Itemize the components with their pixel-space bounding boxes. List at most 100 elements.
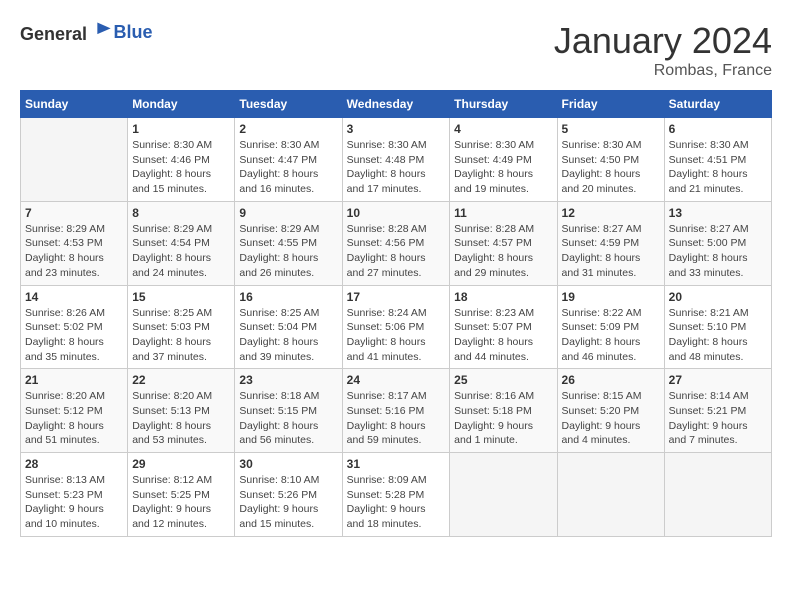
day-header-wednesday: Wednesday	[342, 91, 450, 118]
day-info: Sunrise: 8:10 AMSunset: 5:26 PMDaylight:…	[239, 473, 337, 532]
week-row-1: 1 Sunrise: 8:30 AMSunset: 4:46 PMDaylight…	[21, 118, 772, 202]
logo-flag-icon	[94, 20, 114, 40]
header-row: SundayMondayTuesdayWednesdayThursdayFrid…	[21, 91, 772, 118]
day-number: 30	[239, 457, 337, 471]
calendar-cell: 16Sunrise: 8:25 AMSunset: 5:04 PMDayligh…	[235, 285, 342, 369]
logo-blue: Blue	[114, 22, 153, 42]
calendar-cell: 3 Sunrise: 8:30 AMSunset: 4:48 PMDaylight…	[342, 118, 450, 202]
day-info: Sunrise: 8:29 AMSunset: 4:55 PMDaylight:…	[239, 222, 337, 281]
day-number: 2	[239, 122, 337, 136]
week-row-2: 7 Sunrise: 8:29 AMSunset: 4:53 PMDaylight…	[21, 201, 772, 285]
day-info: Sunrise: 8:30 AMSunset: 4:46 PMDaylight:…	[132, 138, 230, 197]
calendar-subtitle: Rombas, France	[554, 62, 772, 80]
day-info: Sunrise: 8:30 AMSunset: 4:48 PMDaylight:…	[347, 138, 446, 197]
calendar-cell	[557, 453, 664, 537]
logo: General Blue	[20, 20, 153, 45]
calendar-cell: 8 Sunrise: 8:29 AMSunset: 4:54 PMDaylight…	[128, 201, 235, 285]
calendar-cell: 9 Sunrise: 8:29 AMSunset: 4:55 PMDaylight…	[235, 201, 342, 285]
day-number: 6	[669, 122, 767, 136]
day-number: 21	[25, 373, 123, 387]
day-info: Sunrise: 8:29 AMSunset: 4:53 PMDaylight:…	[25, 222, 123, 281]
calendar-cell: 15 Sunrise: 8:25 AMSunset: 5:03 PMDayligh…	[128, 285, 235, 369]
day-info: Sunrise: 8:30 AMSunset: 4:51 PMDaylight:…	[669, 138, 767, 197]
day-number: 12	[562, 206, 660, 220]
calendar-cell: 6 Sunrise: 8:30 AMSunset: 4:51 PMDaylight…	[664, 118, 771, 202]
day-number: 11	[454, 206, 552, 220]
day-info: Sunrise: 8:30 AMSunset: 4:47 PMDaylight:…	[239, 138, 337, 197]
header: General Blue January 2024 Rombas, France	[20, 20, 772, 80]
day-number: 20	[669, 290, 767, 304]
day-number: 4	[454, 122, 552, 136]
day-info: Sunrise: 8:18 AMSunset: 5:15 PMDaylight:…	[239, 389, 337, 448]
calendar-cell: 29Sunrise: 8:12 AMSunset: 5:25 PMDayligh…	[128, 453, 235, 537]
day-info: Sunrise: 8:27 AMSunset: 5:00 PMDaylight:…	[669, 222, 767, 281]
calendar-cell: 20 Sunrise: 8:21 AMSunset: 5:10 PMDayligh…	[664, 285, 771, 369]
day-number: 1	[132, 122, 230, 136]
calendar-cell: 26 Sunrise: 8:15 AMSunset: 5:20 PMDayligh…	[557, 369, 664, 453]
day-info: Sunrise: 8:24 AMSunset: 5:06 PMDaylight:…	[347, 306, 446, 365]
day-info: Sunrise: 8:30 AMSunset: 4:49 PMDaylight:…	[454, 138, 552, 197]
calendar-cell	[21, 118, 128, 202]
day-info: Sunrise: 8:28 AMSunset: 4:56 PMDaylight:…	[347, 222, 446, 281]
day-info: Sunrise: 8:15 AMSunset: 5:20 PMDaylight:…	[562, 389, 660, 448]
week-row-4: 21 Sunrise: 8:20 AMSunset: 5:12 PMDayligh…	[21, 369, 772, 453]
day-header-friday: Friday	[557, 91, 664, 118]
calendar-cell: 24Sunrise: 8:17 AMSunset: 5:16 PMDayligh…	[342, 369, 450, 453]
day-info: Sunrise: 8:17 AMSunset: 5:16 PMDaylight:…	[347, 389, 446, 448]
calendar-cell: 27 Sunrise: 8:14 AMSunset: 5:21 PMDayligh…	[664, 369, 771, 453]
day-header-thursday: Thursday	[450, 91, 557, 118]
day-info: Sunrise: 8:21 AMSunset: 5:10 PMDaylight:…	[669, 306, 767, 365]
day-number: 15	[132, 290, 230, 304]
day-header-monday: Monday	[128, 91, 235, 118]
day-info: Sunrise: 8:26 AMSunset: 5:02 PMDaylight:…	[25, 306, 123, 365]
day-number: 26	[562, 373, 660, 387]
day-info: Sunrise: 8:29 AMSunset: 4:54 PMDaylight:…	[132, 222, 230, 281]
day-number: 23	[239, 373, 337, 387]
day-number: 10	[347, 206, 446, 220]
calendar-cell	[664, 453, 771, 537]
calendar-cell: 17Sunrise: 8:24 AMSunset: 5:06 PMDayligh…	[342, 285, 450, 369]
title-area: January 2024 Rombas, France	[554, 20, 772, 80]
calendar-cell: 23 Sunrise: 8:18 AMSunset: 5:15 PMDayligh…	[235, 369, 342, 453]
day-number: 27	[669, 373, 767, 387]
day-number: 19	[562, 290, 660, 304]
day-info: Sunrise: 8:13 AMSunset: 5:23 PMDaylight:…	[25, 473, 123, 532]
day-number: 7	[25, 206, 123, 220]
day-header-sunday: Sunday	[21, 91, 128, 118]
day-number: 28	[25, 457, 123, 471]
calendar-cell: 22Sunrise: 8:20 AMSunset: 5:13 PMDayligh…	[128, 369, 235, 453]
day-number: 5	[562, 122, 660, 136]
calendar-cell	[450, 453, 557, 537]
day-info: Sunrise: 8:20 AMSunset: 5:12 PMDaylight:…	[25, 389, 123, 448]
day-info: Sunrise: 8:14 AMSunset: 5:21 PMDaylight:…	[669, 389, 767, 448]
day-header-tuesday: Tuesday	[235, 91, 342, 118]
day-number: 22	[132, 373, 230, 387]
day-number: 14	[25, 290, 123, 304]
day-number: 3	[347, 122, 446, 136]
day-info: Sunrise: 8:30 AMSunset: 4:50 PMDaylight:…	[562, 138, 660, 197]
week-row-5: 28 Sunrise: 8:13 AMSunset: 5:23 PMDayligh…	[21, 453, 772, 537]
day-number: 16	[239, 290, 337, 304]
calendar-cell: 14 Sunrise: 8:26 AMSunset: 5:02 PMDayligh…	[21, 285, 128, 369]
day-number: 9	[239, 206, 337, 220]
calendar-cell: 31Sunrise: 8:09 AMSunset: 5:28 PMDayligh…	[342, 453, 450, 537]
calendar-cell: 19 Sunrise: 8:22 AMSunset: 5:09 PMDayligh…	[557, 285, 664, 369]
day-number: 18	[454, 290, 552, 304]
day-info: Sunrise: 8:16 AMSunset: 5:18 PMDaylight:…	[454, 389, 552, 448]
calendar-cell: 25 Sunrise: 8:16 AMSunset: 5:18 PMDayligh…	[450, 369, 557, 453]
calendar-cell: 28 Sunrise: 8:13 AMSunset: 5:23 PMDayligh…	[21, 453, 128, 537]
day-number: 31	[347, 457, 446, 471]
calendar-cell: 5 Sunrise: 8:30 AMSunset: 4:50 PMDaylight…	[557, 118, 664, 202]
calendar-cell: 12 Sunrise: 8:27 AMSunset: 4:59 PMDayligh…	[557, 201, 664, 285]
day-number: 25	[454, 373, 552, 387]
day-number: 8	[132, 206, 230, 220]
day-info: Sunrise: 8:25 AMSunset: 5:03 PMDaylight:…	[132, 306, 230, 365]
week-row-3: 14 Sunrise: 8:26 AMSunset: 5:02 PMDayligh…	[21, 285, 772, 369]
day-info: Sunrise: 8:22 AMSunset: 5:09 PMDaylight:…	[562, 306, 660, 365]
day-info: Sunrise: 8:27 AMSunset: 4:59 PMDaylight:…	[562, 222, 660, 281]
calendar-cell: 2 Sunrise: 8:30 AMSunset: 4:47 PMDaylight…	[235, 118, 342, 202]
day-number: 13	[669, 206, 767, 220]
day-info: Sunrise: 8:12 AMSunset: 5:25 PMDaylight:…	[132, 473, 230, 532]
calendar-cell: 21 Sunrise: 8:20 AMSunset: 5:12 PMDayligh…	[21, 369, 128, 453]
day-header-saturday: Saturday	[664, 91, 771, 118]
